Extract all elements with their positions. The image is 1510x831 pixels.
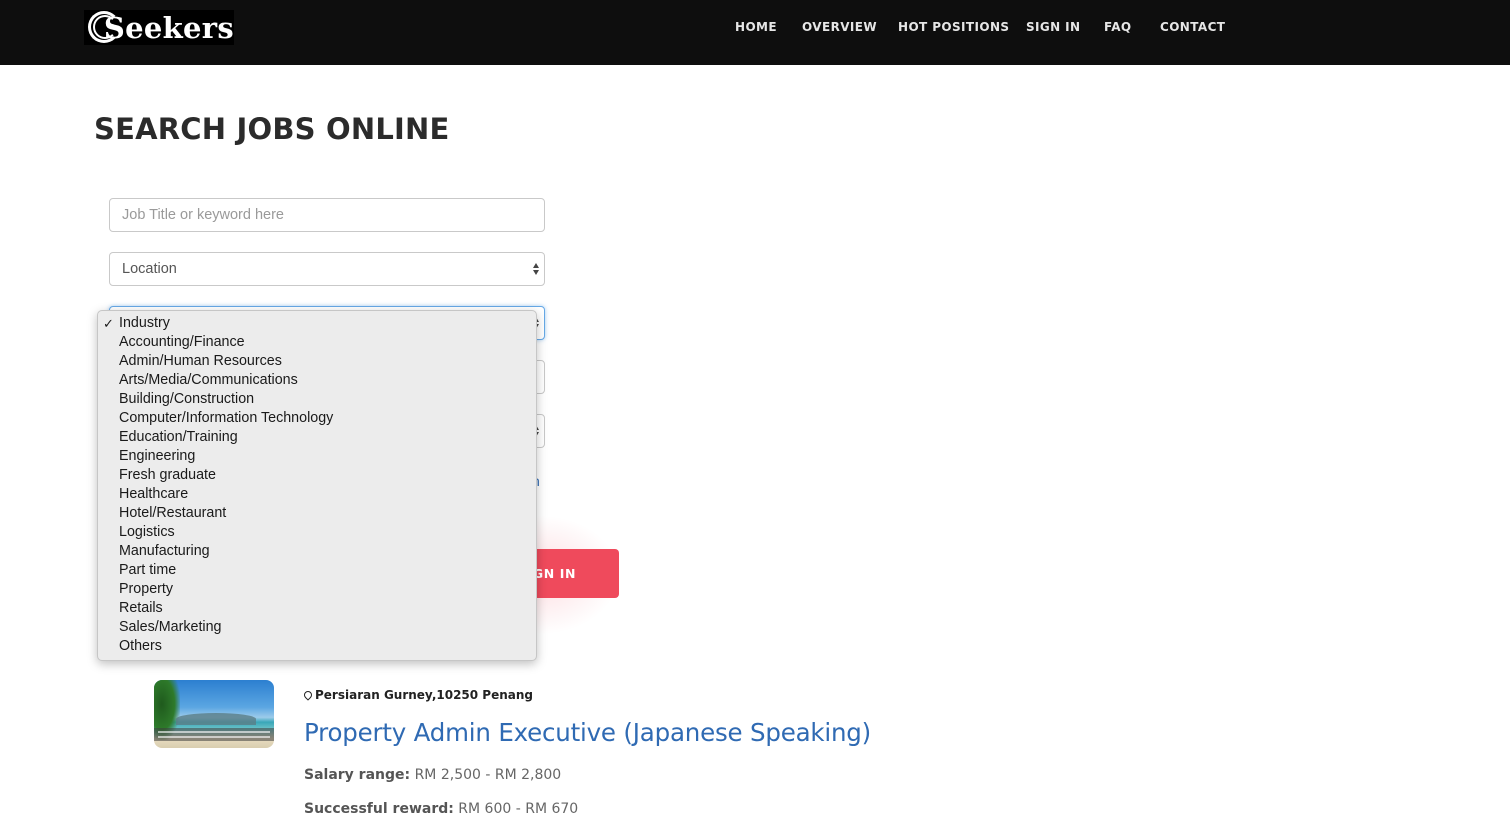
dropdown-option[interactable]: Building/Construction — [98, 390, 536, 409]
job-reward: Successful reward: RM 600 - RM 670 — [304, 801, 578, 817]
logo-crescent-icon — [88, 10, 120, 45]
salary-value: RM 2,500 - RM 2,800 — [414, 767, 562, 783]
dropdown-option-label: Education/Training — [119, 429, 238, 445]
job-thumbnail-image[interactable] — [154, 680, 274, 748]
top-navbar: Seekers HOME OVERVIEW HOT POSITIONS SIGN… — [0, 0, 1510, 65]
salary-label: Salary range: — [304, 767, 411, 783]
page-title: SEARCH JOBS ONLINE — [94, 112, 450, 146]
nav-home[interactable]: HOME — [735, 20, 777, 34]
location-select-value: Location — [122, 261, 177, 277]
dropdown-option[interactable]: Healthcare — [98, 485, 536, 504]
dropdown-option-label: Manufacturing — [119, 543, 210, 559]
dropdown-option[interactable]: Retails — [98, 599, 536, 618]
map-pin-icon — [304, 691, 311, 700]
dropdown-option[interactable]: Hotel/Restaurant — [98, 504, 536, 523]
dropdown-option-label: Others — [119, 638, 162, 654]
reward-label: Successful reward: — [304, 801, 454, 817]
dropdown-option-label: Retails — [119, 600, 163, 616]
dropdown-option-label: Building/Construction — [119, 391, 255, 407]
dropdown-option-label: Industry — [119, 315, 170, 331]
brand-name: Seekers — [103, 10, 234, 45]
dropdown-option[interactable]: Part time — [98, 561, 536, 580]
dropdown-option-label: Computer/Information Technology — [119, 410, 334, 426]
dropdown-option-label: Property — [119, 581, 174, 597]
nav-overview[interactable]: OVERVIEW — [802, 20, 877, 34]
dropdown-option-label: Part time — [119, 562, 177, 578]
dropdown-option-label: Arts/Media/Communications — [119, 372, 298, 388]
dropdown-option-label: Engineering — [119, 448, 196, 464]
dropdown-option-label: Fresh graduate — [119, 467, 216, 483]
brand-logo[interactable]: Seekers — [84, 10, 234, 45]
keyword-input[interactable]: Job Title or keyword here — [109, 198, 545, 232]
select-arrows-icon — [532, 263, 540, 277]
industry-dropdown-menu[interactable]: ✓ Industry Accounting/Finance Admin/Human R… — [97, 310, 537, 661]
dropdown-option[interactable]: Admin/Human Resources — [98, 352, 536, 371]
dropdown-option[interactable]: Property — [98, 580, 536, 599]
job-title-link[interactable]: Property Admin Executive (Japanese Speak… — [304, 718, 871, 747]
dropdown-option-label: Hotel/Restaurant — [119, 505, 227, 521]
nav-contact[interactable]: CONTACT — [1160, 20, 1225, 34]
job-location: Persiaran Gurney,10250 Penang — [304, 688, 533, 702]
job-location-text: Persiaran Gurney,10250 Penang — [315, 688, 534, 702]
nav-hot-positions[interactable]: HOT POSITIONS — [898, 20, 1009, 34]
dropdown-option[interactable]: Accounting/Finance — [98, 333, 536, 352]
nav-sign-in[interactable]: SIGN IN — [1026, 20, 1081, 34]
reward-value: RM 600 - RM 670 — [458, 801, 579, 817]
dropdown-option-label: Admin/Human Resources — [119, 353, 282, 369]
dropdown-option-label: Sales/Marketing — [119, 619, 222, 635]
dropdown-option[interactable]: Engineering — [98, 447, 536, 466]
dropdown-option[interactable]: Others — [98, 637, 536, 656]
dropdown-option[interactable]: Sales/Marketing — [98, 618, 536, 637]
dropdown-option-label: Accounting/Finance — [119, 334, 245, 350]
dropdown-option[interactable]: Computer/Information Technology — [98, 409, 536, 428]
job-salary: Salary range: RM 2,500 - RM 2,800 — [304, 767, 561, 783]
dropdown-option[interactable]: Arts/Media/Communications — [98, 371, 536, 390]
dropdown-option-label: Healthcare — [119, 486, 189, 502]
dropdown-option[interactable]: Fresh graduate — [98, 466, 536, 485]
checkmark-icon: ✓ — [103, 316, 114, 331]
dropdown-option[interactable]: Education/Training — [98, 428, 536, 447]
dropdown-option-label: Logistics — [119, 524, 175, 540]
location-select[interactable]: Location — [109, 252, 545, 286]
dropdown-option[interactable]: ✓ Industry — [98, 314, 536, 333]
dropdown-option[interactable]: Manufacturing — [98, 542, 536, 561]
nav-faq[interactable]: FAQ — [1104, 20, 1132, 34]
dropdown-option[interactable]: Logistics — [98, 523, 536, 542]
